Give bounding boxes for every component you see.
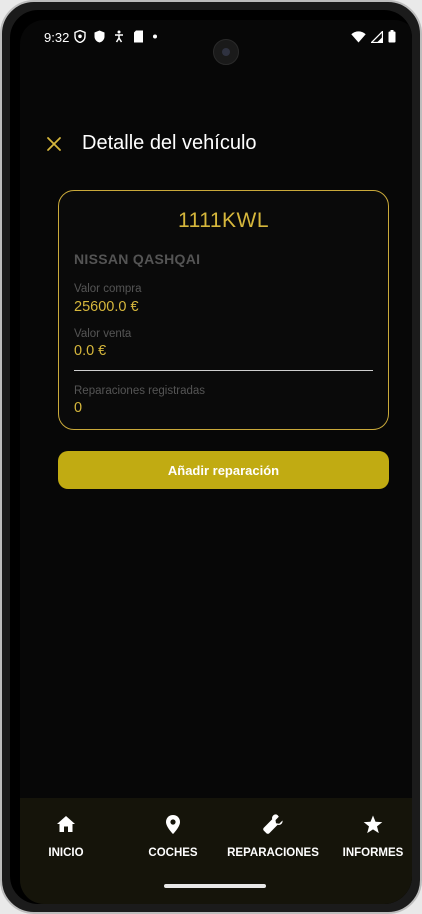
nav-label-informes: INFORMES — [342, 847, 404, 859]
status-bar: 9:32 — [20, 20, 412, 65]
accessibility-icon — [113, 30, 125, 43]
add-repair-button[interactable]: Añadir reparación — [58, 451, 389, 489]
close-button[interactable] — [40, 132, 68, 160]
sale-value: 0.0 € — [74, 343, 107, 359]
sale-value-label: Valor venta — [74, 328, 132, 340]
license-plate: 1111KWL — [177, 209, 270, 232]
home-indicator[interactable] — [164, 884, 266, 888]
vpn-shield-icon — [74, 30, 86, 43]
status-icons-right — [351, 30, 396, 43]
nav-label-reparaciones: REPARACIONES — [227, 847, 319, 859]
repairs-count: 0 — [74, 400, 83, 416]
vehicle-model: NISSAN QASHQAI — [74, 251, 201, 267]
status-time: 9:32 — [44, 30, 70, 45]
nav-label-inicio: INICIO — [48, 847, 84, 859]
star-icon — [361, 812, 385, 836]
front-camera — [213, 39, 239, 65]
divider — [74, 370, 373, 371]
app-bar: Detalle del vehículo — [20, 120, 412, 170]
wrench-icon — [261, 812, 285, 836]
page-title: Detalle del vehículo — [82, 132, 257, 154]
repairs-count-label: Reparaciones registradas — [74, 385, 206, 397]
nav-item-reparaciones[interactable]: REPARACIONES — [223, 812, 323, 859]
nav-item-inicio[interactable]: INICIO — [20, 812, 116, 859]
purchase-value-label: Valor compra — [74, 283, 142, 295]
location-pin-icon — [161, 812, 185, 836]
nav-item-coches[interactable]: COCHES — [123, 812, 223, 859]
close-icon — [46, 136, 62, 157]
app-screen: 9:32 Detalle del vehículo 1111KWL NISSAN… — [20, 20, 412, 904]
dot-icon — [152, 30, 158, 43]
vehicle-card: 1111KWL NISSAN QASHQAI Valor compra 2560… — [58, 190, 389, 430]
battery-icon — [388, 30, 396, 43]
shield-icon — [94, 30, 105, 43]
bottom-navigation: INICIO COCHES REPARACIONES INFORMES — [20, 798, 412, 904]
nav-label-coches: COCHES — [148, 847, 198, 859]
status-icons-left — [74, 30, 158, 43]
device-frame: 9:32 Detalle del vehículo 1111KWL NISSAN… — [0, 0, 422, 914]
nav-item-informes[interactable]: INFORMES — [323, 812, 412, 859]
wifi-icon — [351, 30, 366, 43]
purchase-value: 25600.0 € — [74, 299, 139, 315]
signal-icon — [371, 30, 383, 43]
device-bezel: 9:32 Detalle del vehículo 1111KWL NISSAN… — [10, 10, 412, 904]
home-icon — [54, 812, 78, 836]
sd-card-icon — [133, 30, 144, 43]
